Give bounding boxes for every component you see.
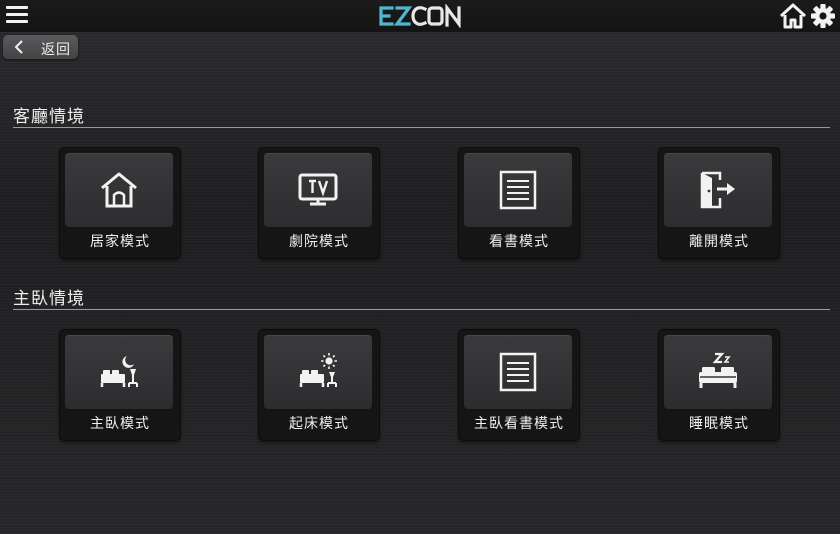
scene-label: 居家模式 — [90, 234, 150, 250]
scene-away-mode[interactable]: 離開模式 — [659, 148, 779, 258]
gear-icon[interactable] — [810, 3, 836, 29]
document-lines-icon — [499, 170, 537, 210]
bed-moon-icon — [100, 356, 138, 387]
scene-label: 劇院模式 — [289, 234, 349, 250]
back-button[interactable]: 返回 — [3, 35, 78, 59]
scene-label: 主臥看書模式 — [474, 416, 564, 432]
scene-sleep-mode[interactable]: 睡眠模式 — [659, 330, 779, 440]
menu-button[interactable] — [4, 4, 30, 26]
scene-label: 起床模式 — [289, 416, 349, 432]
scene-master-bedroom-mode[interactable]: 主臥模式 — [60, 330, 180, 440]
scene-home-mode[interactable]: 居家模式 — [60, 148, 180, 258]
exit-door-icon — [700, 171, 735, 209]
section-title-master-bedroom: 主臥情境 — [13, 289, 85, 309]
scene-label: 主臥模式 — [90, 416, 150, 432]
top-bar — [0, 0, 840, 32]
section-title-living-room: 客廳情境 — [13, 107, 85, 127]
chevron-left-icon — [14, 40, 23, 54]
scene-wake-up-mode[interactable]: 起床模式 — [259, 330, 379, 440]
tv-icon — [298, 173, 338, 206]
section-divider — [13, 309, 830, 310]
scene-label: 睡眠模式 — [689, 416, 749, 432]
document-lines-icon — [499, 352, 537, 392]
scene-reading-mode[interactable]: 看書模式 — [459, 148, 579, 258]
back-button-label: 返回 — [41, 42, 71, 58]
hamburger-menu-icon — [6, 6, 28, 9]
bed-sleep-icon — [699, 352, 737, 388]
home-icon[interactable] — [778, 3, 808, 29]
bed-sun-icon — [299, 353, 337, 387]
ezcon-logo — [379, 4, 461, 28]
scene-label: 看書模式 — [489, 234, 549, 250]
house-icon — [101, 172, 137, 208]
scene-master-bedroom-reading-mode[interactable]: 主臥看書模式 — [459, 330, 579, 440]
scene-label: 離開模式 — [689, 234, 749, 250]
section-divider — [13, 127, 830, 128]
scene-theater-mode[interactable]: 劇院模式 — [259, 148, 379, 258]
